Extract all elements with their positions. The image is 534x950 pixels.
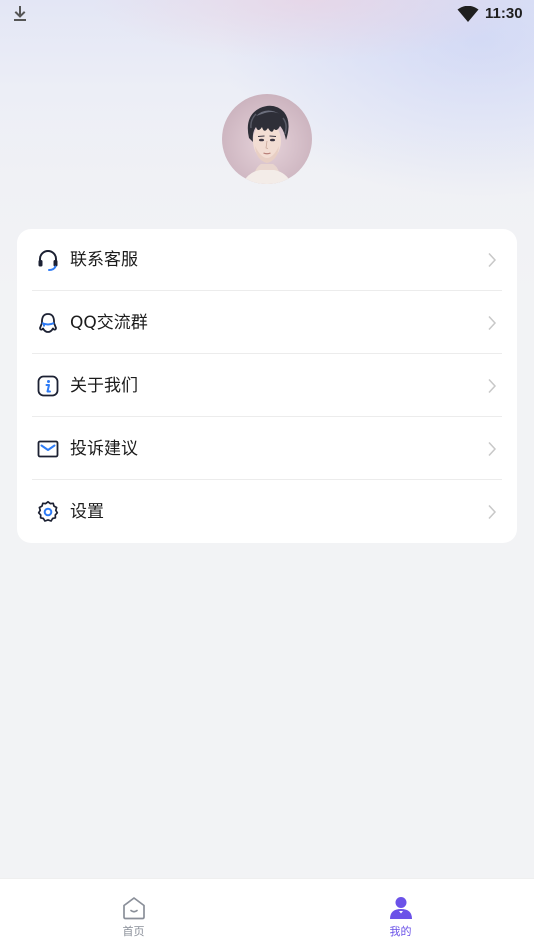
chevron-right-icon [488,441,497,457]
headset-icon [38,250,58,271]
tab-mine[interactable]: 我的 [267,879,534,950]
tab-home[interactable]: 首页 [0,879,267,950]
menu-label: QQ交流群 [70,313,148,333]
home-icon [123,897,145,920]
avatar[interactable] [222,94,312,184]
chevron-right-icon [488,504,497,520]
menu-item-about-us[interactable]: 关于我们 [17,355,517,417]
menu-label: 联系客服 [70,250,138,270]
status-bar: 11:30 [0,0,534,30]
qq-icon [39,313,57,333]
divider [32,416,502,417]
info-icon [37,375,59,397]
divider [32,479,502,480]
divider [32,290,502,291]
download-icon [14,6,26,21]
menu-label: 设置 [70,502,104,522]
menu-label: 关于我们 [70,376,138,396]
person-icon [390,897,412,919]
chevron-right-icon [488,252,497,268]
menu-item-feedback[interactable]: 投诉建议 [17,418,517,480]
status-time: 11:30 [485,5,523,22]
tab-label: 首页 [122,925,145,938]
menu-card: 联系客服 QQ交流群 关于我们 投诉建议 设置 [17,229,517,543]
chevron-right-icon [488,378,497,394]
avatar-portrait [242,105,292,184]
menu-label: 投诉建议 [70,439,138,459]
bottom-tab-bar: 首页 我的 [0,878,534,950]
divider [32,353,502,354]
gear-icon [37,500,59,522]
menu-item-qq-group[interactable]: QQ交流群 [17,292,517,354]
mail-icon [37,440,59,458]
tab-label: 我的 [389,925,412,938]
chevron-right-icon [488,315,497,331]
menu-item-customer-service[interactable]: 联系客服 [17,229,517,291]
wifi-icon [457,6,479,22]
menu-item-settings[interactable]: 设置 [17,481,517,543]
